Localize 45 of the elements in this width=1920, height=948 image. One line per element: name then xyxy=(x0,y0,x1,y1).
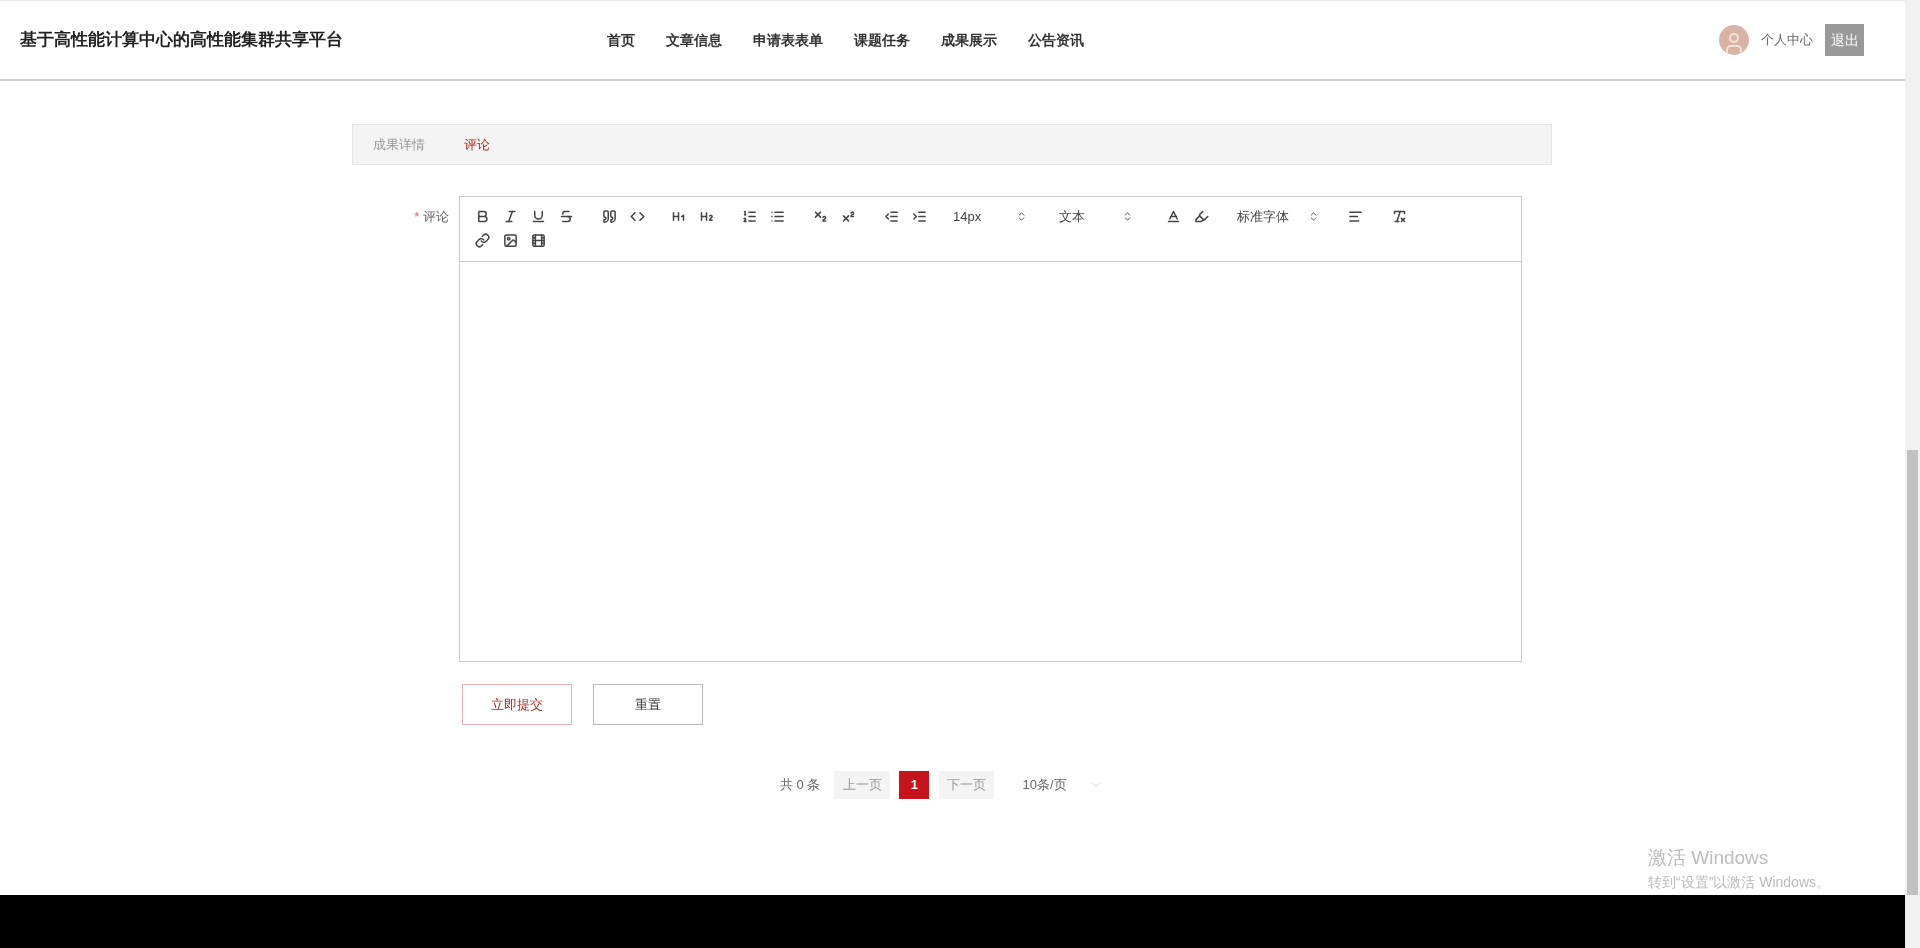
scrollbar-thumb[interactable] xyxy=(1907,450,1918,895)
nav-link[interactable]: 课题任务 xyxy=(854,29,910,51)
up-down-icon xyxy=(1122,211,1133,222)
submit-button[interactable]: 立即提交 xyxy=(462,684,572,725)
toolbar-select[interactable]: 标准字体 xyxy=(1229,206,1327,227)
quote-icon[interactable] xyxy=(601,209,617,224)
italic-icon[interactable] xyxy=(502,209,518,224)
code-icon[interactable] xyxy=(629,209,645,224)
numbered-list-icon[interactable] xyxy=(741,209,757,224)
up-down-icon xyxy=(1308,211,1319,222)
align-left-icon[interactable] xyxy=(1347,209,1363,224)
nav-link[interactable]: 公告资讯 xyxy=(1028,29,1084,51)
text-color-icon[interactable] xyxy=(1165,209,1181,224)
activation-text: 转到“设置”以激活 Windows。 xyxy=(1648,873,1830,892)
clear-format-icon[interactable] xyxy=(1391,209,1407,224)
total-count: 共 0 条 xyxy=(780,776,821,795)
bullet-list-icon[interactable] xyxy=(769,209,785,224)
image-icon[interactable] xyxy=(502,233,518,248)
page-button[interactable]: 1 xyxy=(899,771,930,799)
up-down-icon xyxy=(1016,211,1027,222)
nav-link[interactable]: 文章信息 xyxy=(666,29,722,51)
highlight-icon[interactable] xyxy=(1193,209,1209,224)
site-title: 基于高性能计算中心的高性能集群共享平台 xyxy=(20,30,343,50)
tab[interactable]: 评论 xyxy=(464,134,490,155)
reset-button[interactable]: 重置 xyxy=(593,684,703,725)
video-icon[interactable] xyxy=(530,233,546,248)
strikethrough-icon[interactable] xyxy=(558,209,574,224)
toolbar-select[interactable]: 文本 xyxy=(1051,206,1141,227)
field-label: * 评论 xyxy=(414,208,449,226)
activation-title: 激活 Windows xyxy=(1648,845,1770,870)
toolbar-select[interactable]: 14px xyxy=(945,206,1035,227)
page-size-select[interactable]: 10条/页 xyxy=(1022,775,1103,795)
indent-icon[interactable] xyxy=(911,209,927,224)
superscript-icon[interactable] xyxy=(840,209,856,224)
heading-one-icon[interactable] xyxy=(670,209,686,224)
nav-link[interactable]: 申请表表单 xyxy=(753,29,823,51)
outdent-icon[interactable] xyxy=(883,209,899,224)
scrollbar[interactable] xyxy=(1905,0,1920,948)
heading-two-icon[interactable] xyxy=(698,209,714,224)
link-icon[interactable] xyxy=(474,233,490,248)
profile-link[interactable]: 个人中心 xyxy=(1761,30,1813,50)
underline-icon[interactable] xyxy=(530,209,546,224)
nav-link[interactable]: 成果展示 xyxy=(941,29,997,51)
nav-link[interactable]: 首页 xyxy=(607,29,635,51)
subscript-icon[interactable] xyxy=(812,209,828,224)
